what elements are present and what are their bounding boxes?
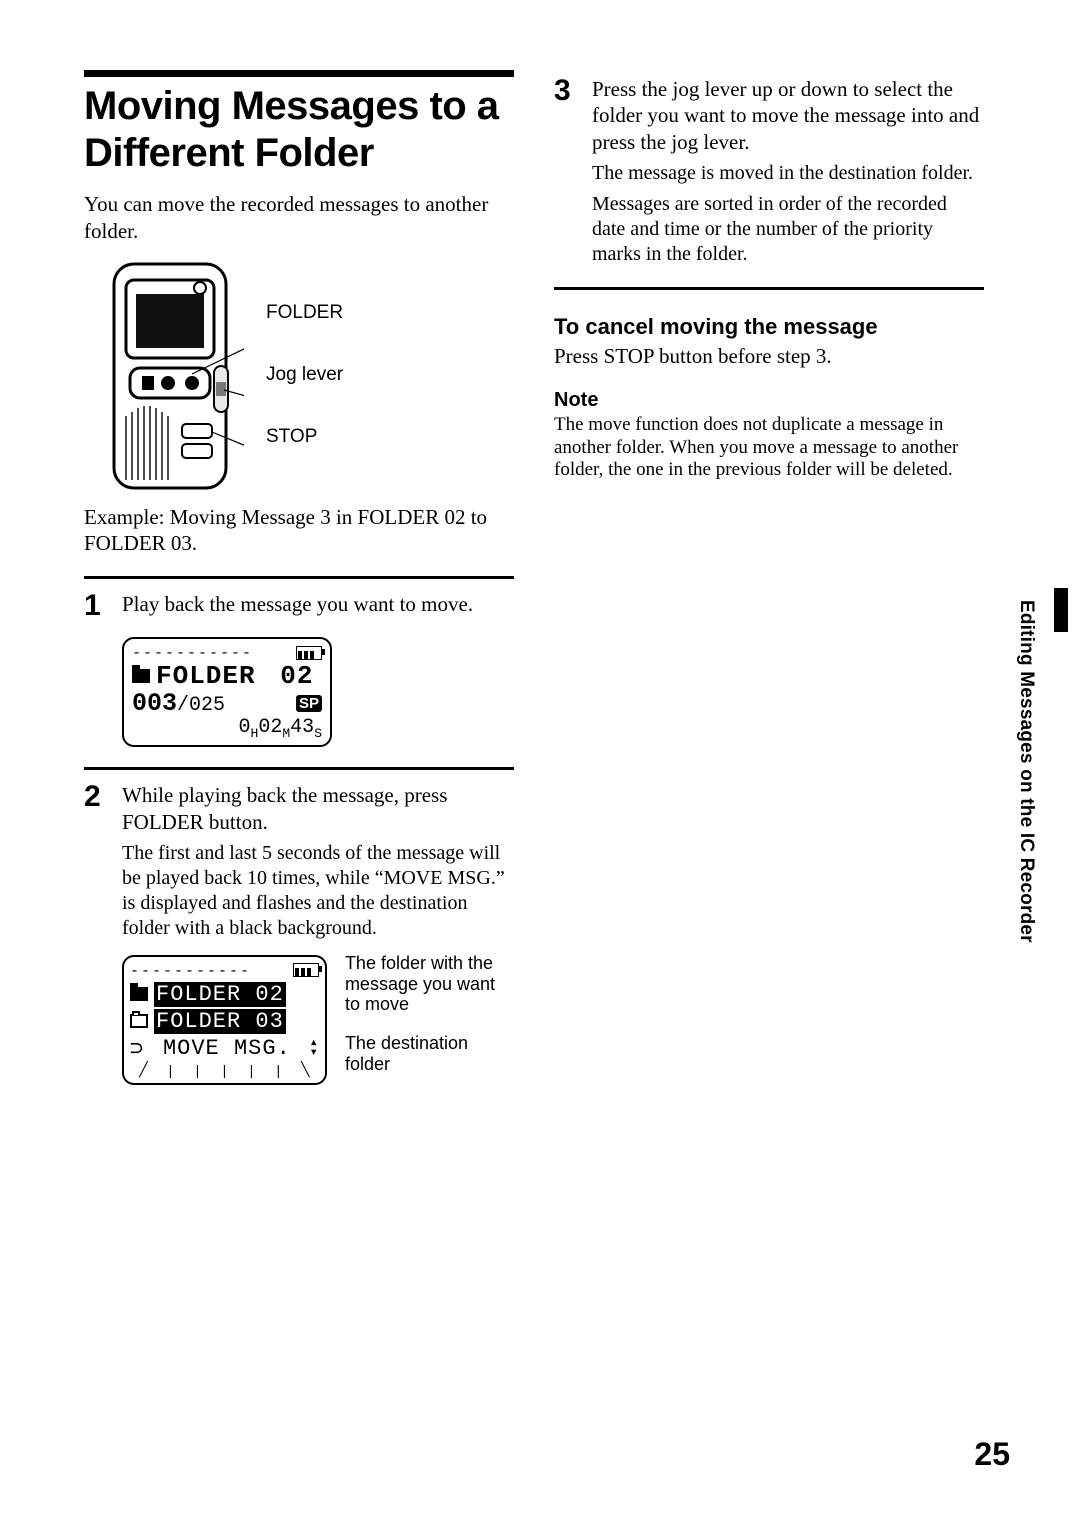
lcd-screen-2: ----------- FOLDER 02 FOLDER 03 ⊃ MOVE M… [122, 955, 327, 1085]
tab-label: Editing Messages on the IC Recorder [1015, 600, 1037, 943]
step-text: While playing back the message, press FO… [122, 782, 514, 835]
left-column: Moving Messages to a Different Folder Yo… [84, 70, 514, 1085]
step-number: 1 [84, 591, 108, 621]
device-label-folder: FOLDER [266, 302, 343, 324]
example-caption: Example: Moving Message 3 in FOLDER 02 t… [84, 504, 514, 557]
lcd-time: 0H02M43S [132, 716, 322, 741]
lcd-dashes: ----------- [132, 645, 253, 662]
lcd-move-label: MOVE MSG. [163, 1036, 291, 1061]
anno-dest-folder: The destination folder [345, 1033, 514, 1074]
divider [554, 287, 984, 290]
step-1: 1 Play back the message you want to move… [84, 591, 514, 621]
divider [84, 576, 514, 579]
lcd-mode-badge: SP [296, 695, 322, 712]
step-subtext: The message is moved in the destination … [592, 161, 984, 186]
anno-source-folder: The folder with the message you want to … [345, 953, 514, 1015]
step-subtext: The first and last 5 seconds of the mess… [122, 841, 514, 941]
lcd-row-dest: FOLDER 03 [154, 1009, 286, 1034]
lcd-row-current: FOLDER 02 [154, 982, 286, 1007]
lcd-msg: 003 [132, 689, 177, 718]
title-rule [84, 70, 514, 77]
intro-text: You can move the recorded messages to an… [84, 191, 514, 244]
lcd-total: 025 [189, 694, 225, 717]
folder-icon [132, 669, 150, 683]
folder-outline-icon [130, 1014, 148, 1028]
step-text: Press the jog lever up or down to select… [592, 76, 984, 155]
tab-marker [1054, 588, 1068, 632]
device-label-stop: STOP [266, 426, 343, 448]
folder-icon [130, 987, 148, 1001]
lcd-screen-1: ----------- FOLDER 02 003/025 SP 0H02M43… [122, 637, 332, 747]
device-illustration: FOLDER Jog lever STOP [96, 258, 514, 496]
device-label-jog: Jog lever [266, 364, 343, 386]
right-column: 3 Press the jog lever up or down to sele… [554, 70, 984, 1085]
cancel-body: Press STOP button before step 3. [554, 344, 984, 369]
step-number: 2 [84, 782, 108, 941]
page-number: 25 [974, 1436, 1010, 1473]
divider [84, 767, 514, 770]
battery-icon [293, 963, 319, 977]
up-down-icon: ▴▾ [309, 1039, 318, 1059]
recorder-icon [96, 258, 244, 496]
section-tab: Editing Messages on the IC Recorder [1014, 600, 1038, 1000]
page-title: Moving Messages to a Different Folder [84, 83, 514, 177]
cancel-heading: To cancel moving the message [554, 314, 984, 340]
step-number: 3 [554, 76, 578, 267]
lcd-folder-label: FOLDER [156, 663, 256, 689]
lcd2-annotations: The folder with the message you want to … [345, 941, 514, 1074]
note-heading: Note [554, 389, 984, 412]
step-text: Play back the message you want to move. [122, 591, 514, 621]
step-2: 2 While playing back the message, press … [84, 782, 514, 941]
battery-icon [296, 646, 322, 660]
note-body: The move function does not duplicate a m… [554, 414, 984, 482]
lcd-ticks: ╱|||||╲ [130, 1064, 319, 1081]
step-subtext: Messages are sorted in order of the reco… [592, 192, 984, 267]
lcd-dashes: ----------- [130, 963, 251, 980]
step-3: 3 Press the jog lever up or down to sele… [554, 76, 984, 267]
lcd-folder-num: 02 [280, 663, 313, 689]
